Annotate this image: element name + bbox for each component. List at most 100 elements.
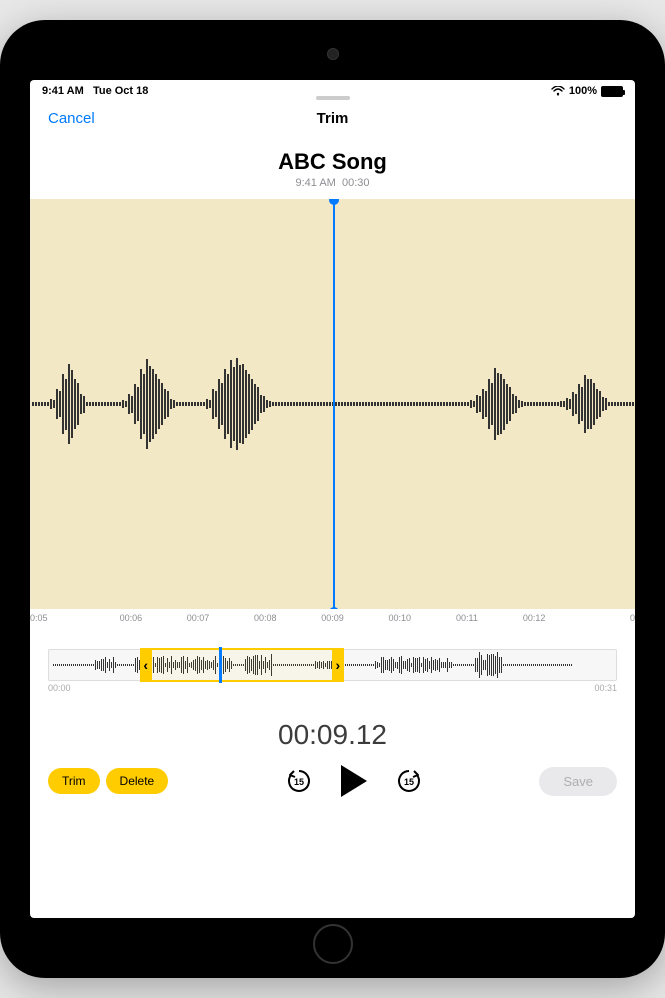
mini-waveform-bar [89, 664, 90, 666]
mini-waveform-bar [405, 661, 406, 669]
waveform-bar [512, 394, 514, 414]
waveform-bar [314, 402, 316, 406]
waveform-bar [290, 402, 292, 406]
mini-waveform-bar [381, 657, 382, 673]
waveform-bar [236, 358, 238, 450]
mini-waveform-bar [109, 659, 110, 670]
waveform-bar [209, 400, 211, 409]
waveform-bar [182, 402, 184, 406]
waveform-bar [581, 387, 583, 421]
skip-back-button[interactable]: 15 [285, 767, 313, 795]
mini-waveform-bar [111, 662, 112, 669]
play-button[interactable] [341, 765, 367, 797]
mini-waveform-bar [505, 664, 506, 666]
trim-handle-right[interactable]: › [332, 650, 344, 680]
waveform-bar [629, 402, 631, 405]
waveform-bar [308, 402, 310, 406]
mini-waveform-bar [503, 664, 504, 666]
mini-waveform-bar [443, 662, 444, 669]
recording-time: 9:41 AM [295, 177, 335, 189]
mini-waveform-bar [521, 664, 522, 666]
ruler-tick: 00:07 [164, 613, 231, 623]
waveform-bar [320, 402, 322, 406]
waveform-bar [584, 375, 586, 433]
mini-waveform-bar [131, 664, 132, 666]
mini-waveform-bar [67, 664, 68, 666]
mini-waveform-bar [377, 662, 378, 669]
mini-playhead[interactable] [219, 647, 222, 683]
status-time-date: 9:41 AM Tue Oct 18 [42, 85, 148, 97]
trim-handle-left[interactable]: ‹ [140, 650, 152, 680]
waveform-bar [509, 387, 511, 421]
waveform-bar [590, 379, 592, 429]
recording-title: ABC Song [30, 149, 635, 175]
mini-waveform-bar [481, 655, 482, 674]
waveform-bar [440, 402, 442, 406]
trim-selection[interactable]: ‹ › [140, 648, 344, 682]
mini-waveform-bar [557, 664, 558, 666]
mini-waveform-bar [567, 664, 568, 666]
waveform-bar [74, 379, 76, 429]
mini-waveform-bar [407, 659, 408, 671]
waveform-bar [122, 400, 124, 408]
waveform-bar [371, 402, 373, 405]
waveform-bar [287, 402, 289, 405]
mini-waveform-bar [493, 654, 494, 675]
mini-waveform-bar [419, 657, 420, 673]
mini-start-time: 00:00 [48, 683, 71, 693]
mini-waveform-bar [469, 664, 470, 666]
waveform-bar [65, 379, 67, 430]
waveform-bar [494, 368, 496, 440]
waveform-bar [419, 402, 421, 405]
waveform-bar [626, 402, 628, 406]
sheet-grabber[interactable] [316, 96, 350, 100]
waveform-bar [44, 402, 46, 406]
playhead[interactable] [333, 199, 335, 609]
waveform-bar [197, 402, 199, 405]
waveform-bar [335, 402, 337, 405]
mini-waveform-bar [351, 664, 352, 666]
mini-waveform-bar [385, 660, 386, 669]
waveform-bar [467, 402, 469, 405]
waveform-bar [395, 402, 397, 405]
mini-waveform-bar [409, 658, 410, 673]
mini-track[interactable]: ‹ › [48, 649, 617, 681]
waveform-bar [215, 391, 217, 417]
mini-waveform-bar [357, 664, 358, 666]
mini-waveform-bar [535, 664, 536, 666]
waveform-bar [545, 402, 547, 405]
mini-waveform-bar [101, 659, 102, 670]
waveform-bar [302, 402, 304, 406]
waveform-bar [533, 402, 535, 405]
mini-waveform-bar [519, 664, 520, 666]
waveform-bar [158, 379, 160, 429]
mini-waveform-bar [367, 664, 368, 666]
waveform-bar [449, 402, 451, 405]
waveform-bar [401, 402, 403, 405]
mini-waveform-bar [509, 664, 510, 666]
waveform-bar [155, 374, 157, 434]
waveform-bar [527, 402, 529, 405]
mini-waveform-bar [393, 659, 394, 671]
save-button[interactable]: Save [539, 767, 617, 796]
mini-waveform-bar [115, 662, 116, 669]
waveform-bar [620, 402, 622, 406]
home-button[interactable] [313, 924, 353, 964]
waveform-bar [293, 402, 295, 405]
waveform-bar [167, 391, 169, 417]
mini-waveform-bar [445, 662, 446, 669]
waveform-main[interactable] [30, 199, 635, 609]
mini-waveform-bar [401, 656, 402, 673]
skip-forward-button[interactable]: 15 [395, 767, 423, 795]
waveform-bar [572, 392, 574, 416]
waveform-bar [275, 402, 277, 405]
trim-button[interactable]: Trim [48, 768, 100, 794]
header: Cancel Trim [30, 102, 635, 131]
delete-button[interactable]: Delete [106, 768, 169, 794]
mini-waveform-bar [533, 664, 534, 666]
cancel-button[interactable]: Cancel [48, 110, 95, 127]
mini-waveform-bar [475, 658, 476, 673]
waveform-bar [296, 402, 298, 406]
mini-waveform-bar [359, 664, 360, 666]
waveform-bar [596, 389, 598, 419]
